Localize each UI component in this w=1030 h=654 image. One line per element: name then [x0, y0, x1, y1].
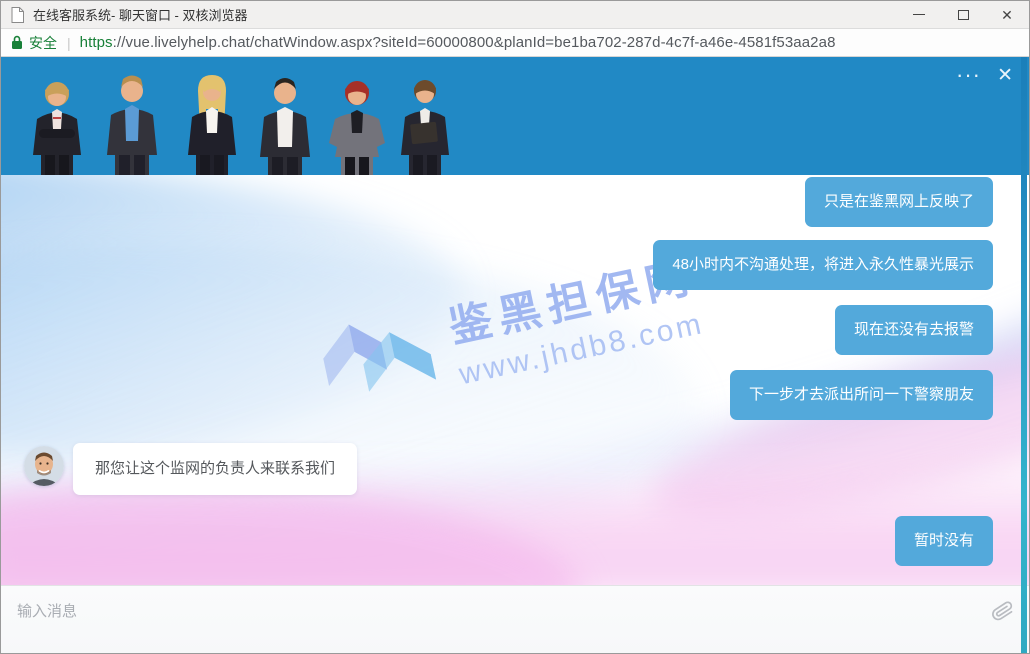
minimize-button[interactable]	[897, 1, 941, 28]
secure-label: 安全	[29, 33, 57, 53]
window-title: 在线客服系统- 聊天窗口 - 双核浏览器	[33, 5, 248, 24]
support-team-photo	[1, 71, 463, 175]
message-input[interactable]	[17, 596, 957, 626]
titlebar: 在线客服系统- 聊天窗口 - 双核浏览器 ✕	[1, 1, 1029, 28]
url-scheme: https	[80, 34, 113, 51]
chat-menu-icon[interactable]: ···	[956, 65, 981, 85]
browser-window: 在线客服系统- 聊天窗口 - 双核浏览器 ✕ 安全 | https://vue.…	[0, 0, 1030, 654]
url-rest: ://vue.livelyhelp.chat/chatWindow.aspx?s…	[113, 34, 836, 51]
chat-bubble-outgoing: 现在还没有去报警	[835, 305, 993, 355]
agent-avatar-image	[24, 446, 64, 486]
lock-icon	[11, 35, 23, 50]
address-divider: |	[67, 35, 71, 51]
edge-stripe	[1021, 57, 1027, 653]
chat-input-area	[1, 585, 1029, 653]
window-close-button[interactable]: ✕	[985, 1, 1029, 28]
url-field[interactable]: https://vue.livelyhelp.chat/chatWindow.a…	[80, 34, 836, 51]
page-icon	[11, 7, 24, 23]
security-badge[interactable]: 安全	[11, 33, 57, 53]
chat-close-icon[interactable]: ✕	[997, 66, 1013, 86]
paperclip-icon[interactable]	[991, 598, 1015, 624]
chat-bubble-outgoing: 只是在鉴黑网上反映了	[805, 177, 993, 227]
window-controls: ✕	[897, 1, 1029, 28]
chat-bubble-outgoing: 48小时内不沟通处理，将进入永久性暴光展示	[653, 240, 993, 290]
chat-bubble-outgoing: 暂时没有	[895, 516, 993, 566]
chat-body: 鉴黑担保网 www.jhdb8.com 只是在鉴黑网上反映了 48小时内不沟通处…	[1, 175, 1029, 586]
maximize-button[interactable]	[941, 1, 985, 28]
chat-header: ··· ✕	[1, 57, 1029, 175]
address-bar: 安全 | https://vue.livelyhelp.chat/chatWin…	[1, 28, 1029, 57]
chat-bubble-incoming: 那您让这个监网的负责人来联系我们	[73, 443, 357, 495]
chat-bubble-outgoing: 下一步才去派出所问一下警察朋友	[730, 370, 993, 420]
agent-avatar	[24, 446, 64, 486]
